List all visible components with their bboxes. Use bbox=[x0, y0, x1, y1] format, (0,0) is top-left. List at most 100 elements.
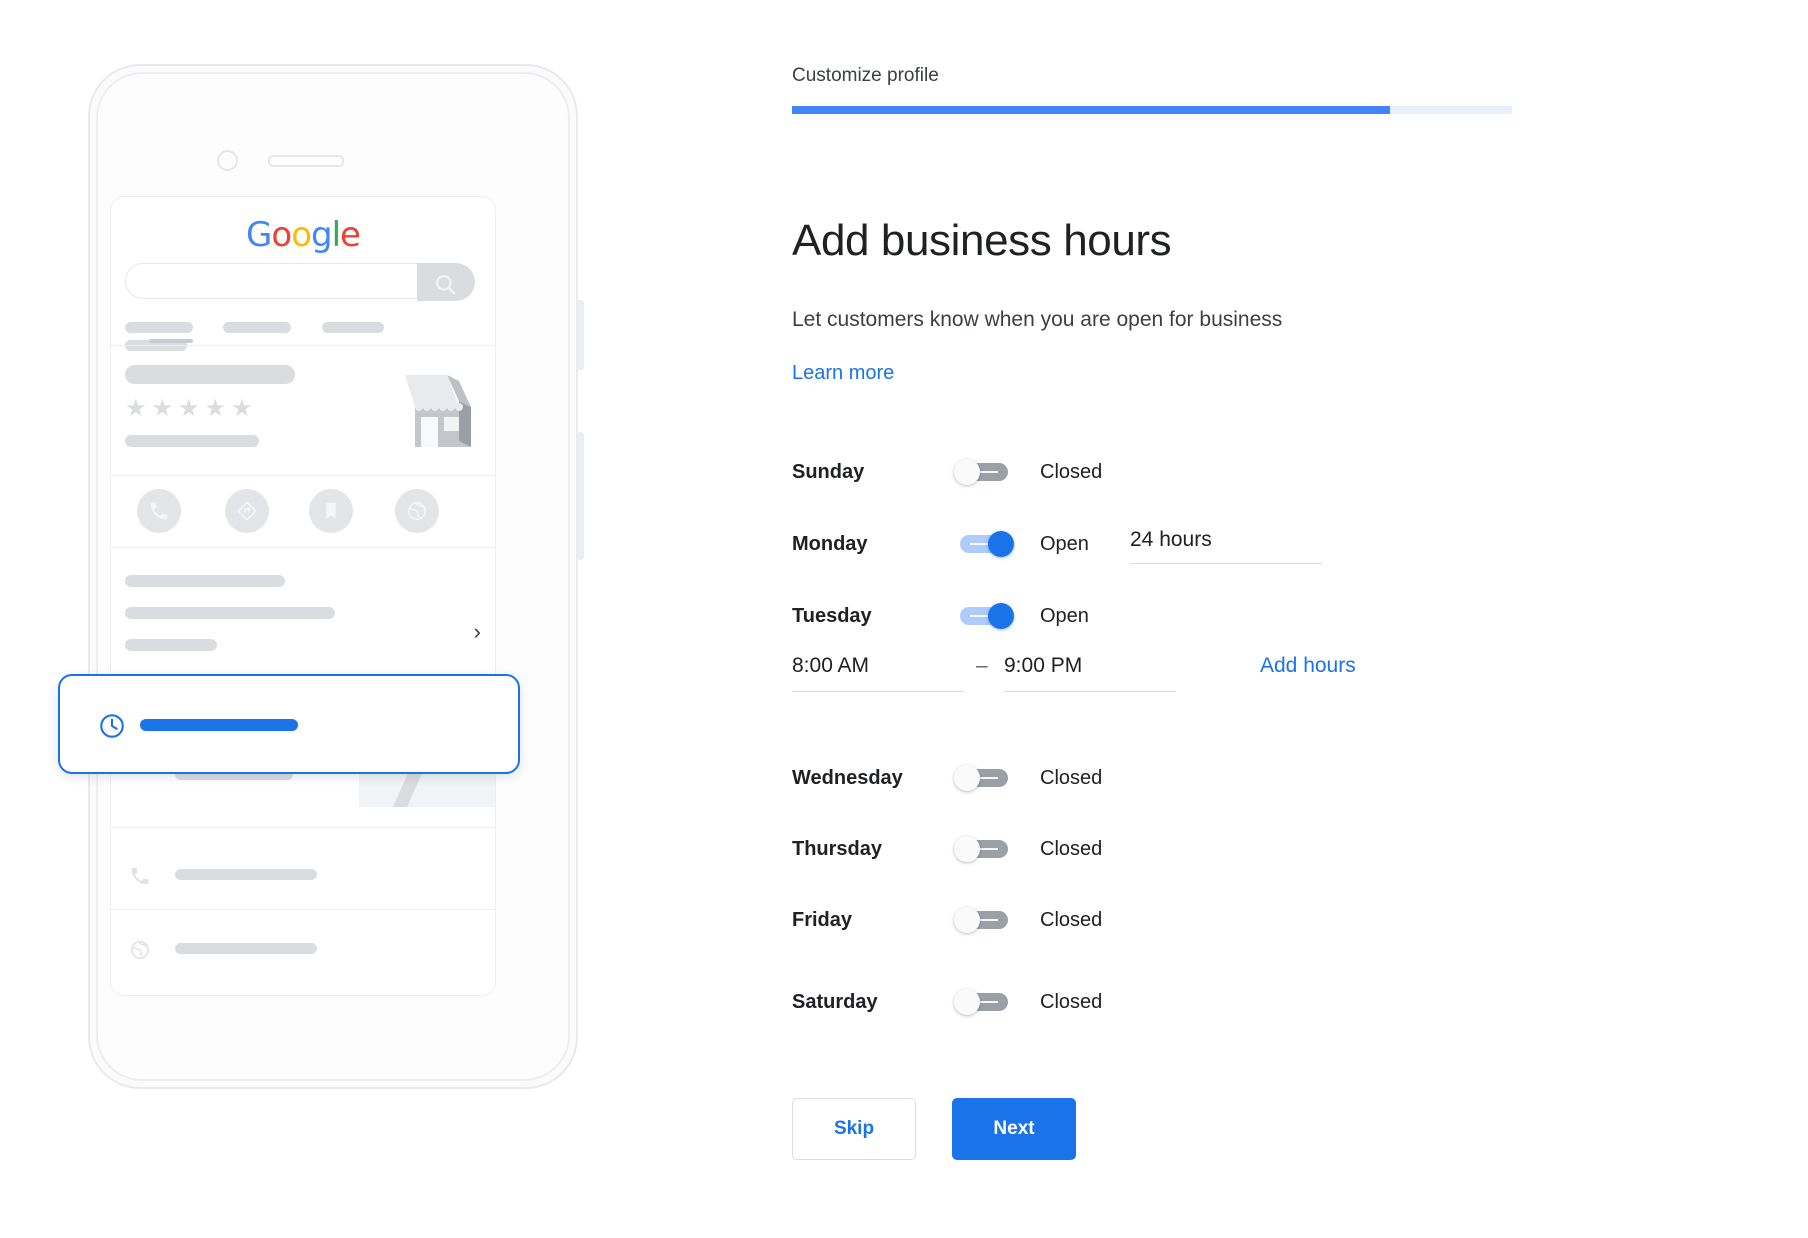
globe-icon bbox=[130, 940, 150, 960]
tuesday-end-time-field[interactable]: 9:00 PM bbox=[1004, 654, 1176, 692]
search-icon bbox=[436, 275, 456, 295]
google-logo-letter-g2: g bbox=[311, 215, 333, 255]
call-action-button bbox=[137, 489, 181, 533]
preview-phone-placeholder bbox=[175, 869, 317, 880]
phone-screen: Google ★★★★★ › bbox=[110, 196, 496, 996]
day-toggle-tuesday[interactable] bbox=[954, 603, 1014, 629]
preview-category-placeholder bbox=[125, 435, 259, 447]
preview-chip bbox=[223, 322, 292, 334]
directions-icon bbox=[237, 501, 257, 521]
day-label-thursday: Thursday bbox=[792, 838, 883, 860]
day-label-tuesday: Tuesday bbox=[792, 605, 872, 627]
day-label-sunday: Sunday bbox=[792, 461, 865, 483]
day-row-friday: Friday Closed bbox=[792, 898, 1672, 942]
toggle-thumb bbox=[954, 989, 980, 1015]
bookmark-icon bbox=[326, 502, 336, 520]
preview-search-input bbox=[125, 263, 435, 299]
day-toggle-sunday[interactable] bbox=[954, 459, 1014, 485]
preview-business-name-placeholder bbox=[125, 365, 295, 384]
day-state-friday: Closed bbox=[1040, 909, 1103, 931]
page-title: Add business hours bbox=[792, 216, 1172, 266]
website-action-button bbox=[395, 489, 439, 533]
tuesday-time-range-row: 8:00 AM – 9:00 PM Add hours bbox=[792, 654, 1672, 700]
tuesday-start-time-field[interactable]: 8:00 AM bbox=[792, 654, 964, 692]
toggle-thumb bbox=[954, 459, 980, 485]
phone-icon bbox=[131, 867, 149, 885]
phone-icon bbox=[150, 502, 168, 520]
next-button[interactable]: Next bbox=[952, 1098, 1076, 1160]
preview-search-button bbox=[417, 263, 475, 301]
phone-volume-button bbox=[577, 300, 584, 370]
business-hours-highlight-card bbox=[58, 674, 520, 774]
save-action-button bbox=[309, 489, 353, 533]
toggle-thumb bbox=[954, 765, 980, 791]
time-range-dash: – bbox=[976, 654, 988, 677]
phone-earpiece-speaker bbox=[268, 155, 344, 167]
preview-rating-stars: ★★★★★ bbox=[125, 395, 258, 422]
day-toggle-wednesday[interactable] bbox=[954, 765, 1014, 791]
skip-button[interactable]: Skip bbox=[792, 1098, 916, 1160]
preview-text-placeholder bbox=[125, 639, 217, 651]
preview-divider bbox=[111, 547, 495, 548]
day-state-tuesday: Open bbox=[1040, 605, 1089, 627]
day-label-wednesday: Wednesday bbox=[792, 767, 903, 789]
clock-icon bbox=[100, 714, 124, 738]
preview-text-placeholder bbox=[125, 575, 285, 587]
day-toggle-saturday[interactable] bbox=[954, 989, 1014, 1015]
business-hours-highlight-bar bbox=[140, 719, 298, 731]
google-logo-letter-o1: o bbox=[271, 215, 292, 255]
add-hours-link[interactable]: Add hours bbox=[1260, 654, 1356, 678]
day-state-monday: Open bbox=[1040, 533, 1089, 555]
day-state-sunday: Closed bbox=[1040, 461, 1103, 483]
page-subtitle: Let customers know when you are open for… bbox=[792, 308, 1283, 331]
day-row-tuesday: Tuesday Open bbox=[792, 594, 1672, 638]
day-label-monday: Monday bbox=[792, 533, 868, 555]
phone-mockup: Google ★★★★★ › bbox=[58, 64, 584, 1089]
preview-text-placeholder bbox=[125, 607, 335, 619]
toggle-thumb bbox=[988, 603, 1014, 629]
form-footer-buttons: Skip Next bbox=[792, 1098, 1076, 1160]
google-logo: Google bbox=[111, 215, 495, 255]
day-state-thursday: Closed bbox=[1040, 838, 1103, 860]
preview-search-bar bbox=[125, 263, 475, 301]
preview-chip-underline bbox=[149, 339, 193, 343]
preview-chip bbox=[125, 322, 193, 334]
preview-action-row bbox=[111, 475, 495, 547]
phone-camera-icon bbox=[217, 150, 238, 171]
step-label: Customize profile bbox=[792, 65, 939, 86]
preview-chip bbox=[321, 322, 384, 334]
phone-power-button bbox=[577, 432, 584, 560]
day-state-wednesday: Closed bbox=[1040, 767, 1103, 789]
day-toggle-monday[interactable] bbox=[954, 531, 1014, 557]
google-logo-letter-o2: o bbox=[291, 215, 312, 255]
globe-icon bbox=[407, 501, 427, 521]
learn-more-link[interactable]: Learn more bbox=[792, 362, 894, 385]
google-logo-letter-e: e bbox=[340, 215, 361, 255]
toggle-thumb bbox=[954, 907, 980, 933]
progress-bar-fill bbox=[792, 106, 1390, 114]
day-row-wednesday: Wednesday Closed bbox=[792, 756, 1672, 800]
directions-action-button bbox=[225, 489, 269, 533]
day-row-saturday: Saturday Closed bbox=[792, 980, 1672, 1024]
day-label-saturday: Saturday bbox=[792, 991, 878, 1013]
preview-divider bbox=[111, 909, 495, 910]
day-toggle-thursday[interactable] bbox=[954, 836, 1014, 862]
day-label-friday: Friday bbox=[792, 909, 853, 931]
day-toggle-friday[interactable] bbox=[954, 907, 1014, 933]
day-row-monday: Monday Open 24 hours bbox=[792, 522, 1672, 566]
day-state-saturday: Closed bbox=[1040, 991, 1103, 1013]
preview-website-placeholder bbox=[175, 943, 317, 954]
toggle-thumb bbox=[988, 531, 1014, 557]
google-logo-letter-l: l bbox=[331, 215, 342, 255]
preview-filter-chips bbox=[125, 319, 485, 355]
progress-bar-track bbox=[792, 106, 1512, 114]
chevron-right-icon: › bbox=[473, 619, 481, 644]
customize-profile-form: Customize profile Add business hours Let… bbox=[792, 0, 1672, 1238]
monday-hours-field[interactable]: 24 hours bbox=[1130, 528, 1322, 564]
preview-divider bbox=[111, 345, 495, 346]
toggle-thumb bbox=[954, 836, 980, 862]
day-row-thursday: Thursday Closed bbox=[792, 827, 1672, 871]
google-logo-letter-g1: G bbox=[246, 215, 272, 255]
storefront-icon bbox=[405, 375, 471, 447]
day-row-sunday: Sunday Closed bbox=[792, 450, 1672, 494]
